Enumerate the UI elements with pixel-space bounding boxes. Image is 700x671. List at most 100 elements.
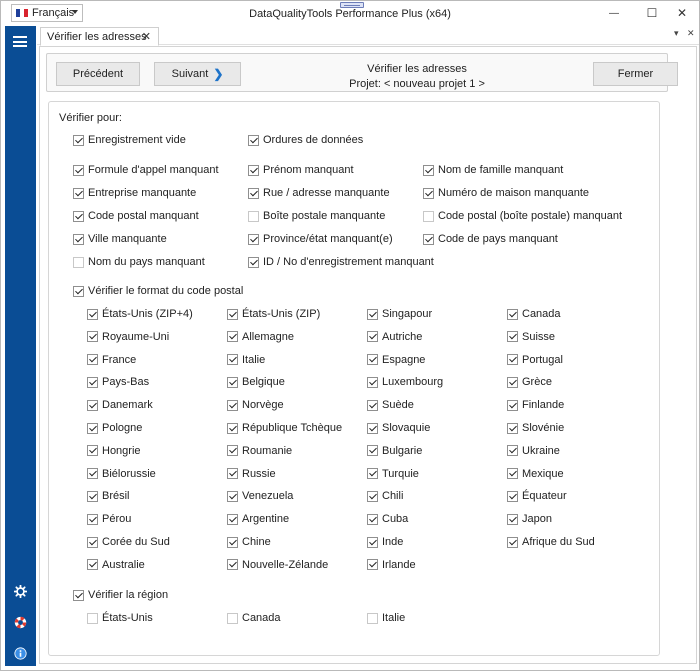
postal-afrique-du-sud-checkbox[interactable]: Afrique du Sud [507,535,595,549]
checkbox-checked-icon[interactable] [507,468,518,480]
postal-inde-checkbox[interactable]: Inde [367,535,403,549]
checkbox-checked-icon[interactable] [73,164,84,176]
postal-pologne-checkbox[interactable]: Pologne [87,421,142,435]
postal-slovaquie-checkbox[interactable]: Slovaquie [367,421,430,435]
previous-button[interactable]: Précédent [56,62,140,86]
check-code-postal-manquant-checkbox[interactable]: Code postal manquant [73,209,199,223]
checkbox-checked-icon[interactable] [227,559,238,571]
postal-australie-checkbox[interactable]: Australie [87,558,145,572]
postal-slovenie-checkbox[interactable]: Slovénie [507,421,564,435]
checkbox-checked-icon[interactable] [87,445,98,457]
postal-roumanie-checkbox[interactable]: Roumanie [227,444,292,458]
close-button[interactable]: Fermer [593,62,678,86]
check-nom-de-famille-manquant-checkbox[interactable]: Nom de famille manquant [423,163,563,177]
checkbox-checked-icon[interactable] [227,513,238,525]
postal-royaume-uni-checkbox[interactable]: Royaume-Uni [87,330,169,344]
gear-icon[interactable] [13,584,27,598]
checkbox-checked-icon[interactable] [227,308,238,320]
checkbox-checked-icon[interactable] [73,187,84,199]
postal-bresil-checkbox[interactable]: Brésil [87,489,130,503]
checkbox-checked-icon[interactable] [87,536,98,548]
checkbox-checked-icon[interactable] [367,422,378,434]
checkbox-checked-icon[interactable] [227,399,238,411]
check-prenom-manquant-checkbox[interactable]: Prénom manquant [248,163,354,177]
postal-autriche-checkbox[interactable]: Autriche [367,330,422,344]
info-icon[interactable] [13,646,27,660]
check-enregistrement-vide-checkbox[interactable]: Enregistrement vide [73,133,186,147]
postal-coree-du-sud-checkbox[interactable]: Corée du Sud [87,535,170,549]
postal-mexique-checkbox[interactable]: Mexique [507,467,564,481]
postal-singapour-checkbox[interactable]: Singapour [367,307,432,321]
checkbox-unchecked-icon[interactable] [73,256,84,268]
postal-danemark-checkbox[interactable]: Danemark [87,398,153,412]
postal-norvege-checkbox[interactable]: Norvège [227,398,284,412]
checkbox-checked-icon[interactable] [87,513,98,525]
postal-nouvelle-zelande-checkbox[interactable]: Nouvelle-Zélande [227,558,328,572]
checkbox-checked-icon[interactable] [227,468,238,480]
postal-espagne-checkbox[interactable]: Espagne [367,353,425,367]
verify-verifier-la-region-checkbox[interactable]: Vérifier la région [73,588,168,602]
minimize-button[interactable]: — [597,1,631,25]
postal-perou-checkbox[interactable]: Pérou [87,512,131,526]
postal-suisse-checkbox[interactable]: Suisse [507,330,555,344]
checkbox-checked-icon[interactable] [87,399,98,411]
maximize-button[interactable]: ☐ [635,1,669,25]
close-window-button[interactable]: ✕ [665,1,699,25]
checkbox-checked-icon[interactable] [87,422,98,434]
checkbox-checked-icon[interactable] [87,331,98,343]
checkbox-checked-icon[interactable] [87,468,98,480]
checkbox-checked-icon[interactable] [73,233,84,245]
checkbox-checked-icon[interactable] [227,331,238,343]
checkbox-checked-icon[interactable] [73,285,84,297]
check-formule-d-appel-manquant-checkbox[interactable]: Formule d'appel manquant [73,163,219,177]
lifebuoy-icon[interactable] [13,615,27,629]
checkbox-checked-icon[interactable] [367,490,378,502]
postal-chine-checkbox[interactable]: Chine [227,535,271,549]
check-code-de-pays-manquant-checkbox[interactable]: Code de pays manquant [423,232,558,246]
postal-bulgarie-checkbox[interactable]: Bulgarie [367,444,422,458]
checkbox-checked-icon[interactable] [507,308,518,320]
postal-argentine-checkbox[interactable]: Argentine [227,512,289,526]
check-nom-du-pays-manquant-checkbox[interactable]: Nom du pays manquant [73,255,205,269]
tab-verify-addresses[interactable]: Vérifier les adresses ✕ [40,27,159,46]
postal-allemagne-checkbox[interactable]: Allemagne [227,330,294,344]
checkbox-checked-icon[interactable] [367,399,378,411]
checkbox-checked-icon[interactable] [507,445,518,457]
checkbox-checked-icon[interactable] [367,354,378,366]
checkbox-checked-icon[interactable] [423,233,434,245]
checkbox-checked-icon[interactable] [227,354,238,366]
checkbox-checked-icon[interactable] [87,559,98,571]
postal-hongrie-checkbox[interactable]: Hongrie [87,444,141,458]
postal-japon-checkbox[interactable]: Japon [507,512,552,526]
checkbox-unchecked-icon[interactable] [87,612,98,624]
checkbox-checked-icon[interactable] [227,490,238,502]
postal-france-checkbox[interactable]: France [87,353,136,367]
verify-verifier-le-format-du-code-postal-checkbox[interactable]: Vérifier le format du code postal [73,284,243,298]
postal-grece-checkbox[interactable]: Grèce [507,375,552,389]
region-italie-checkbox[interactable]: Italie [367,611,405,625]
checkbox-checked-icon[interactable] [227,445,238,457]
postal-luxembourg-checkbox[interactable]: Luxembourg [367,375,443,389]
checkbox-checked-icon[interactable] [248,164,259,176]
postal-chili-checkbox[interactable]: Chili [367,489,403,503]
postal-turquie-checkbox[interactable]: Turquie [367,467,419,481]
checkbox-checked-icon[interactable] [73,134,84,146]
close-icon[interactable]: ✕ [142,30,151,43]
postal-republique-tcheque-checkbox[interactable]: République Tchèque [227,421,342,435]
postal-venezuela-checkbox[interactable]: Venezuela [227,489,293,503]
postal-italie-checkbox[interactable]: Italie [227,353,265,367]
check-id-no-d-enregistrement-manquant-checkbox[interactable]: ID / No d'enregistrement manquant [248,255,434,269]
postal-irlande-checkbox[interactable]: Irlande [367,558,416,572]
checkbox-checked-icon[interactable] [507,536,518,548]
checkbox-checked-icon[interactable] [367,331,378,343]
checkbox-checked-icon[interactable] [87,308,98,320]
postal-ukraine-checkbox[interactable]: Ukraine [507,444,560,458]
postal-cuba-checkbox[interactable]: Cuba [367,512,408,526]
postal-finlande-checkbox[interactable]: Finlande [507,398,564,412]
tab-menu-icon[interactable]: ▾ [674,28,679,39]
check-rue-adresse-manquante-checkbox[interactable]: Rue / adresse manquante [248,186,390,200]
check-entreprise-manquante-checkbox[interactable]: Entreprise manquante [73,186,196,200]
postal-belgique-checkbox[interactable]: Belgique [227,375,285,389]
checkbox-checked-icon[interactable] [507,513,518,525]
postal-canada-checkbox[interactable]: Canada [507,307,561,321]
